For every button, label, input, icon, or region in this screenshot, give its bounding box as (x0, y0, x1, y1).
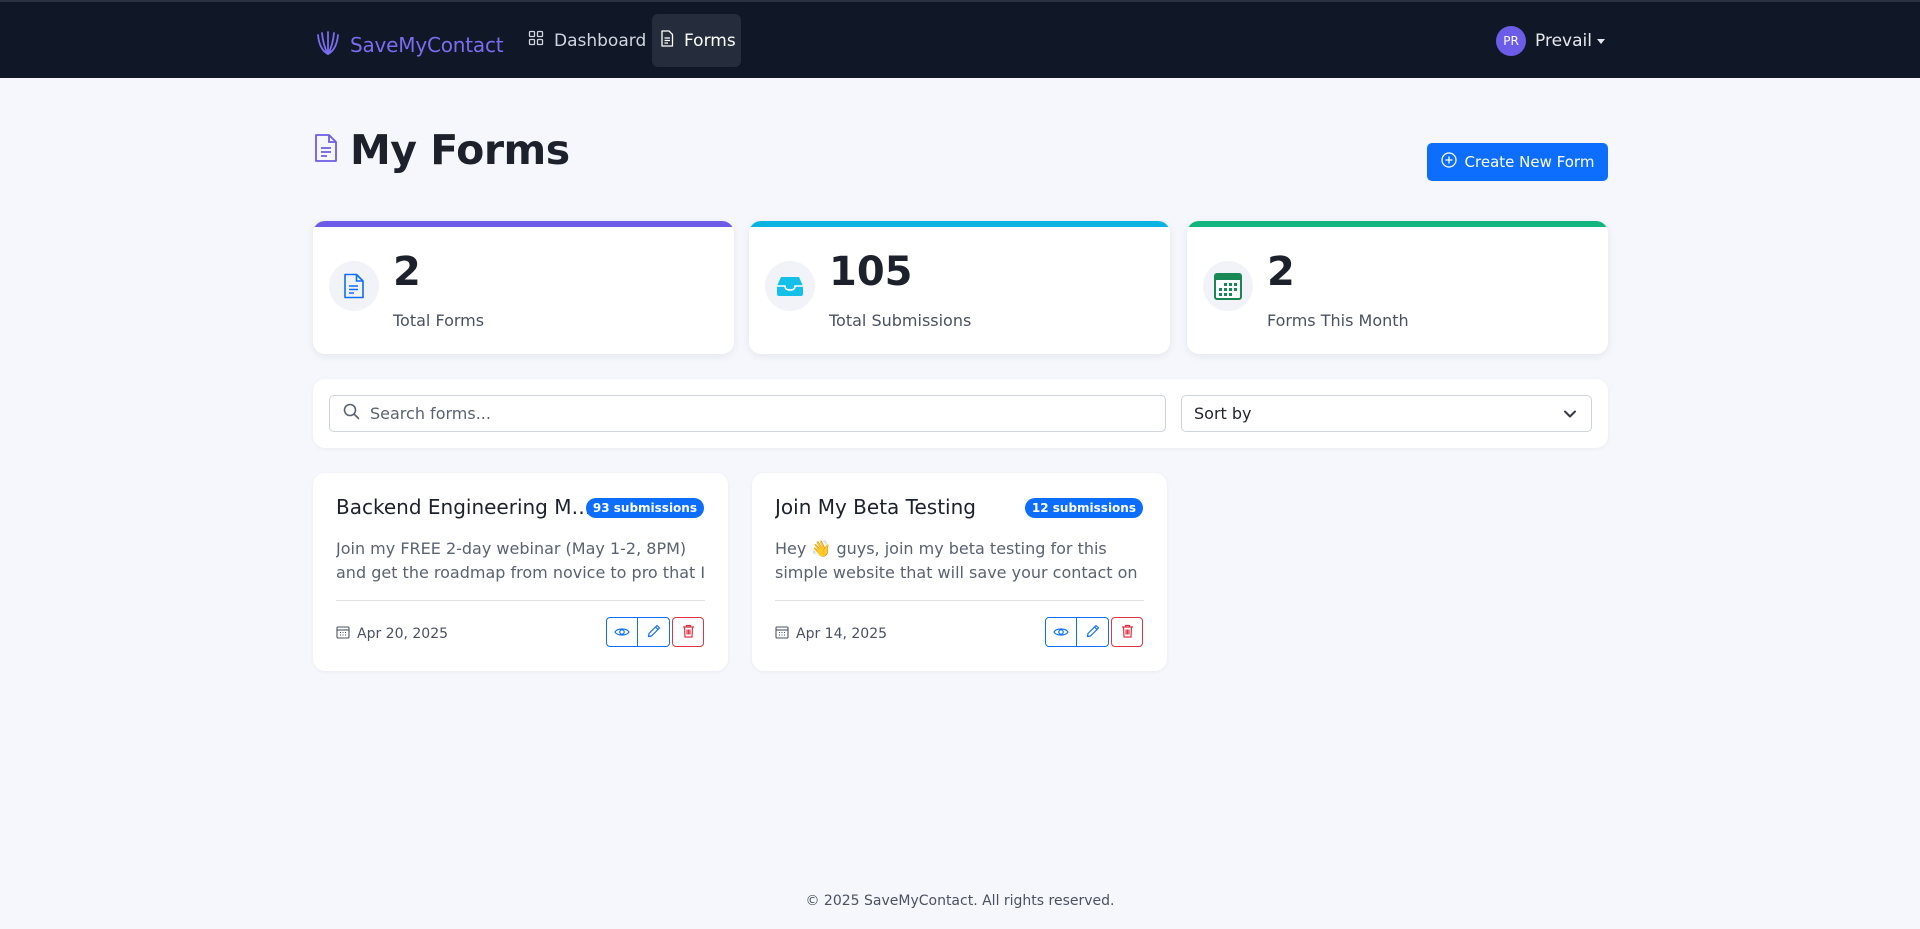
file-text-icon (329, 261, 379, 311)
create-new-form-label: Create New Form (1464, 153, 1595, 171)
form-card-title[interactable]: Join My Beta Testing (775, 495, 1033, 519)
caret-down-icon (1596, 38, 1605, 44)
delete-button[interactable] (672, 617, 704, 647)
edit-button[interactable] (1077, 617, 1109, 647)
page-heading: My Forms (350, 126, 570, 174)
form-card[interactable]: Join My Beta Testing 12 submissions Hey … (752, 473, 1167, 671)
file-text-icon (314, 133, 338, 167)
user-menu-dropdown[interactable]: PR Prevail (1496, 26, 1605, 56)
form-card-actions (606, 617, 704, 647)
brand-logo-link[interactable]: SaveMyContact (314, 29, 504, 61)
grid-icon (528, 30, 544, 51)
view-button[interactable] (606, 617, 638, 647)
plus-circle-icon (1440, 152, 1457, 172)
stat-card-forms-this-month: 2 Forms This Month (1187, 221, 1608, 354)
nav-link-dashboard[interactable]: Dashboard (520, 14, 647, 67)
inbox-icon (765, 261, 815, 311)
form-card-date: Apr 20, 2025 (336, 625, 448, 643)
pencil-icon (647, 623, 661, 642)
brand-logo-icon (314, 29, 342, 61)
search-input[interactable] (370, 404, 1150, 423)
delete-button[interactable] (1111, 617, 1143, 647)
form-card-title[interactable]: Backend Engineering Ma... (336, 495, 594, 519)
calendar-icon (336, 625, 350, 643)
stat-accent-bar (749, 221, 1170, 227)
stat-card-total-submissions: 105 Total Submissions (749, 221, 1170, 354)
footer-copyright: © 2025 SaveMyContact. All rights reserve… (805, 893, 1115, 909)
top-navbar: SaveMyContact Dashboard Forms PR Prevail (0, 0, 1920, 78)
stat-accent-bar (1187, 221, 1608, 227)
nav-link-forms-label: Forms (684, 30, 736, 51)
stat-label: Total Forms (393, 311, 485, 330)
form-card-description: Join my FREE 2-day webinar (May 1-2, 8PM… (336, 539, 706, 582)
chevron-down-icon (1563, 404, 1577, 423)
form-card[interactable]: Backend Engineering Ma... 93 submissions… (313, 473, 728, 671)
stat-card-total-forms: 2 Total Forms (313, 221, 734, 354)
pencil-icon (1086, 623, 1100, 642)
calendar-icon (775, 625, 789, 643)
avatar: PR (1496, 26, 1526, 56)
page-title: My Forms (314, 124, 570, 176)
edit-button[interactable] (638, 617, 670, 647)
stat-value: 2 (1267, 249, 1295, 295)
stat-accent-bar (313, 221, 734, 227)
create-new-form-button[interactable]: Create New Form (1427, 143, 1608, 181)
form-card-date-text: Apr 14, 2025 (796, 626, 888, 642)
trash-icon (1121, 623, 1134, 642)
card-divider (336, 600, 705, 601)
form-card-date-text: Apr 20, 2025 (357, 626, 449, 642)
view-button[interactable] (1045, 617, 1077, 647)
trash-icon (682, 623, 695, 642)
stat-value: 2 (393, 249, 421, 295)
stat-label: Forms This Month (1267, 311, 1409, 330)
stat-label: Total Submissions (829, 311, 972, 330)
search-box (329, 395, 1166, 432)
form-card-date: Apr 14, 2025 (775, 625, 887, 643)
form-card-actions (1045, 617, 1143, 647)
search-icon (343, 403, 360, 424)
submissions-badge: 93 submissions (585, 498, 704, 518)
form-card-description: Hey 👋 guys, join my beta testing for thi… (775, 539, 1138, 582)
calendar-icon (1203, 261, 1253, 311)
user-name: Prevail (1535, 31, 1592, 51)
nav-link-dashboard-label: Dashboard (554, 30, 647, 51)
nav-link-forms[interactable]: Forms (652, 14, 741, 67)
eye-icon (1053, 623, 1069, 642)
file-text-icon (660, 29, 674, 52)
submissions-badge: 12 submissions (1024, 498, 1143, 518)
sort-select[interactable]: Sort by (1181, 395, 1592, 432)
filter-bar: Sort by (313, 379, 1608, 448)
sort-select-label: Sort by (1194, 404, 1252, 423)
eye-icon (614, 623, 630, 642)
brand-name: SaveMyContact (350, 33, 504, 57)
stat-value: 105 (829, 249, 913, 295)
card-divider (775, 600, 1144, 601)
